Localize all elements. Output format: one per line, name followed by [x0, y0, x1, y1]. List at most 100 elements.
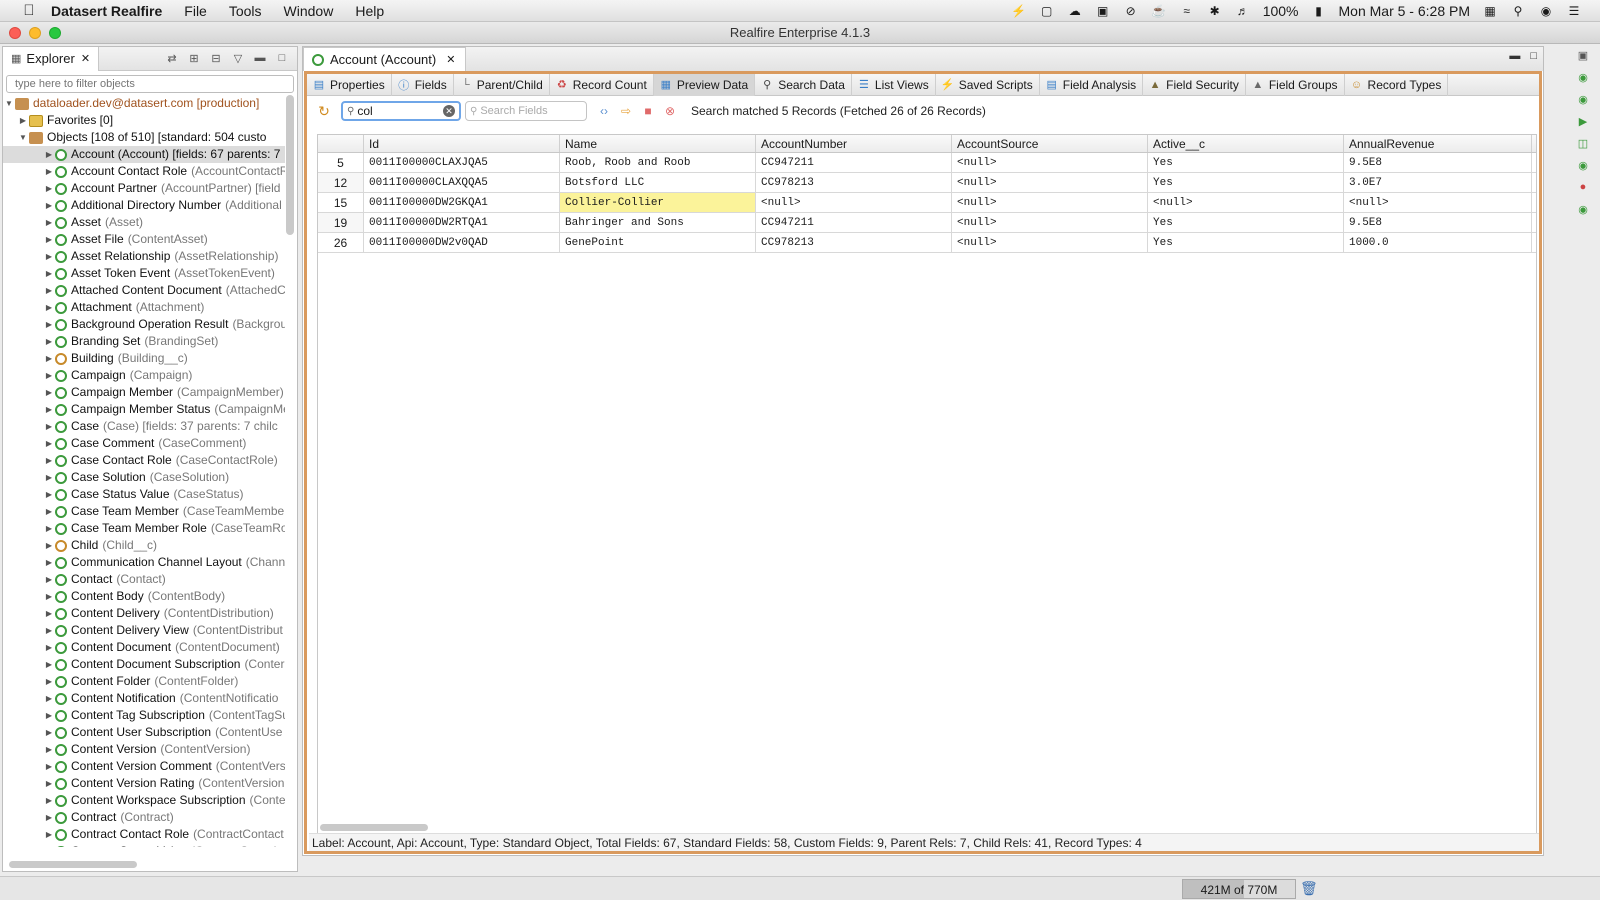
collapsed-arrow-icon[interactable]: ▶ — [43, 146, 55, 163]
collapsed-arrow-icon[interactable]: ▶ — [43, 435, 55, 452]
subtab-preview-data[interactable]: ▦ Preview Data — [653, 73, 756, 96]
subtab-record-count[interactable]: ♻ Record Count — [550, 73, 654, 96]
minimize-icon[interactable]: ▬ — [1509, 50, 1520, 62]
stop-icon[interactable]: ■ — [639, 102, 657, 120]
table-cell[interactable]: <null> — [952, 173, 1148, 192]
table-cell[interactable]: Yes — [1148, 173, 1344, 192]
explorer-horizontal-scrollbar[interactable] — [9, 861, 137, 868]
menu-window[interactable]: Window — [273, 0, 345, 22]
table-row[interactable]: 5 0011I00000CLAXJQA5 Roob, Roob and Roob CC… — [318, 153, 1536, 173]
collapsed-arrow-icon[interactable]: ▶ — [43, 843, 55, 847]
grid-horizontal-scrollbar[interactable] — [320, 824, 428, 831]
tree-object-item[interactable]: ▶ Contract Contact Role (ContractContact — [3, 826, 285, 843]
collapsed-arrow-icon[interactable]: ▶ — [43, 452, 55, 469]
tree-object-item[interactable]: ▶ Content User Subscription (ContentUse — [3, 724, 285, 741]
column-header[interactable]: Name — [560, 135, 756, 152]
subtab-search-data[interactable]: ⚲ Search Data — [755, 73, 852, 96]
filter-objects-input[interactable] — [6, 75, 294, 93]
expanded-arrow-icon[interactable]: ▼ — [17, 129, 29, 146]
cast-icon[interactable]: ▣ — [1093, 1, 1113, 21]
collapsed-arrow-icon[interactable]: ▶ — [43, 588, 55, 605]
subtab-saved-scripts[interactable]: ⚡ Saved Scripts — [936, 73, 1040, 96]
table-cell[interactable]: <null> — [952, 213, 1148, 232]
tree-object-item[interactable]: ▶ Content Body (ContentBody) — [3, 588, 285, 605]
tree-object-item[interactable]: ▶ Communication Channel Layout(Channe — [3, 554, 285, 571]
close-icon[interactable]: ✕ — [446, 53, 455, 66]
subtab-field-groups[interactable]: ▲ Field Groups — [1246, 73, 1345, 96]
collapsed-arrow-icon[interactable]: ▶ — [43, 520, 55, 537]
object-icon[interactable]: ◉ — [1574, 68, 1592, 86]
collapsed-arrow-icon[interactable]: ▶ — [43, 639, 55, 656]
collapsed-arrow-icon[interactable]: ▶ — [43, 503, 55, 520]
maximize-icon[interactable]: □ — [1530, 50, 1537, 62]
collapsed-arrow-icon[interactable]: ▶ — [43, 656, 55, 673]
wifi-icon[interactable]: ≈ — [1177, 1, 1197, 21]
collapsed-arrow-icon[interactable]: ▶ — [43, 265, 55, 282]
tree-object-item[interactable]: ▶ Content Version Comment (ContentVers — [3, 758, 285, 775]
bluetooth-icon[interactable]: ✱ — [1205, 1, 1225, 21]
row-number[interactable]: 12 — [318, 173, 364, 192]
menu-app-name[interactable]: Datasert Realfire — [40, 0, 173, 22]
tree-object-item[interactable]: ▶ Case Comment (CaseComment) — [3, 435, 285, 452]
explorer-vertical-scrollbar[interactable] — [286, 95, 294, 235]
collapsed-arrow-icon[interactable]: ▶ — [43, 758, 55, 775]
table-cell[interactable]: Collier-Collier — [560, 193, 756, 212]
tree-favorites[interactable]: ▶ Favorites [0] — [3, 112, 285, 129]
column-header[interactable]: Id — [364, 135, 560, 152]
collapsed-arrow-icon[interactable]: ▶ — [43, 537, 55, 554]
table-cell[interactable]: 9.5E8 — [1344, 213, 1532, 232]
collapsed-arrow-icon[interactable]: ▶ — [43, 554, 55, 571]
trash-icon[interactable]: 🗑 — [1300, 880, 1318, 898]
table-row[interactable]: 12 0011I00000CLAXQQA5 Botsford LLC CC978213… — [318, 173, 1536, 193]
object-icon[interactable]: ◉ — [1574, 200, 1592, 218]
copy-icon[interactable]: ◫ — [1574, 134, 1592, 152]
row-number[interactable]: 26 — [318, 233, 364, 252]
tree-object-item[interactable]: ▶ Content Folder (ContentFolder) — [3, 673, 285, 690]
table-cell[interactable]: CC947211 — [756, 213, 952, 232]
column-header[interactable]: AccountSource — [952, 135, 1148, 152]
tree-object-item[interactable]: ▶ Content Document (ContentDocument) — [3, 639, 285, 656]
tree-object-item[interactable]: ▶ Content Tag Subscription (ContentTagSu — [3, 707, 285, 724]
subtab-parent-child[interactable]: └ Parent/Child — [454, 73, 550, 96]
subtab-fields[interactable]: ⓘ Fields — [392, 73, 454, 96]
tree-object-item[interactable]: ▶ Campaign Member Status (CampaignMe — [3, 401, 285, 418]
subtab-record-types[interactable]: ☺ Record Types — [1345, 73, 1449, 96]
close-icon[interactable]: ✕ — [81, 52, 90, 65]
tree-object-item[interactable]: ▶ Asset Relationship (AssetRelationship) — [3, 248, 285, 265]
table-cell[interactable]: Roob, Roob and Roob — [560, 153, 756, 172]
table-cell[interactable]: Bahringer and Sons — [560, 213, 756, 232]
row-number[interactable]: 15 — [318, 193, 364, 212]
teapot-icon[interactable]: ☕ — [1149, 1, 1169, 21]
apple-icon[interactable]:  — [18, 0, 40, 22]
tree-object-item[interactable]: ▶ Additional Directory Number (Additional — [3, 197, 285, 214]
battery-icon[interactable]: ▮ — [1309, 1, 1329, 21]
tree-object-item[interactable]: ▶ Case Solution (CaseSolution) — [3, 469, 285, 486]
explorer-tab[interactable]: ▦ Explorer ✕ — [3, 46, 100, 71]
tree-object-item[interactable]: ▶ Case Status Value (CaseStatus) — [3, 486, 285, 503]
link-editor-icon[interactable]: ⇄ — [163, 49, 181, 67]
cancel-icon[interactable]: ⊗ — [661, 102, 679, 120]
menu-file[interactable]: File — [173, 0, 218, 22]
tree-object-item[interactable]: ▶ Account (Account) [fields: 67 parents: … — [3, 146, 285, 163]
table-cell[interactable]: 0011I00000CLAXJQA5 — [364, 153, 560, 172]
view-menu-icon[interactable]: ▽ — [229, 49, 247, 67]
table-cell[interactable]: CC978213 — [756, 173, 952, 192]
spotlight-search-icon[interactable]: ⚲ — [1508, 1, 1528, 21]
collapsed-arrow-icon[interactable]: ▶ — [43, 690, 55, 707]
table-cell[interactable]: CC947211 — [756, 153, 952, 172]
collapsed-arrow-icon[interactable]: ▶ — [43, 741, 55, 758]
minimize-window-button[interactable] — [29, 27, 41, 39]
table-cell[interactable]: <null> — [952, 193, 1148, 212]
collapsed-arrow-icon[interactable]: ▶ — [43, 605, 55, 622]
table-cell[interactable]: 9.5E8 — [1344, 153, 1532, 172]
expand-icon[interactable]: ⊞ — [185, 49, 203, 67]
collapsed-arrow-icon[interactable]: ▶ — [43, 673, 55, 690]
table-cell[interactable]: GenePoint — [560, 233, 756, 252]
restore-icon[interactable]: ▣ — [1574, 46, 1592, 64]
tree-object-item[interactable]: ▶ Contract (Contract) — [3, 809, 285, 826]
group-icon[interactable]: ● — [1574, 178, 1592, 196]
subtab-list-views[interactable]: ☰ List Views — [852, 73, 936, 96]
code-icon[interactable]: ‹› — [595, 102, 613, 120]
tree-object-item[interactable]: ▶ Branding Set (BrandingSet) — [3, 333, 285, 350]
siri-icon[interactable]: ◉ — [1536, 1, 1556, 21]
